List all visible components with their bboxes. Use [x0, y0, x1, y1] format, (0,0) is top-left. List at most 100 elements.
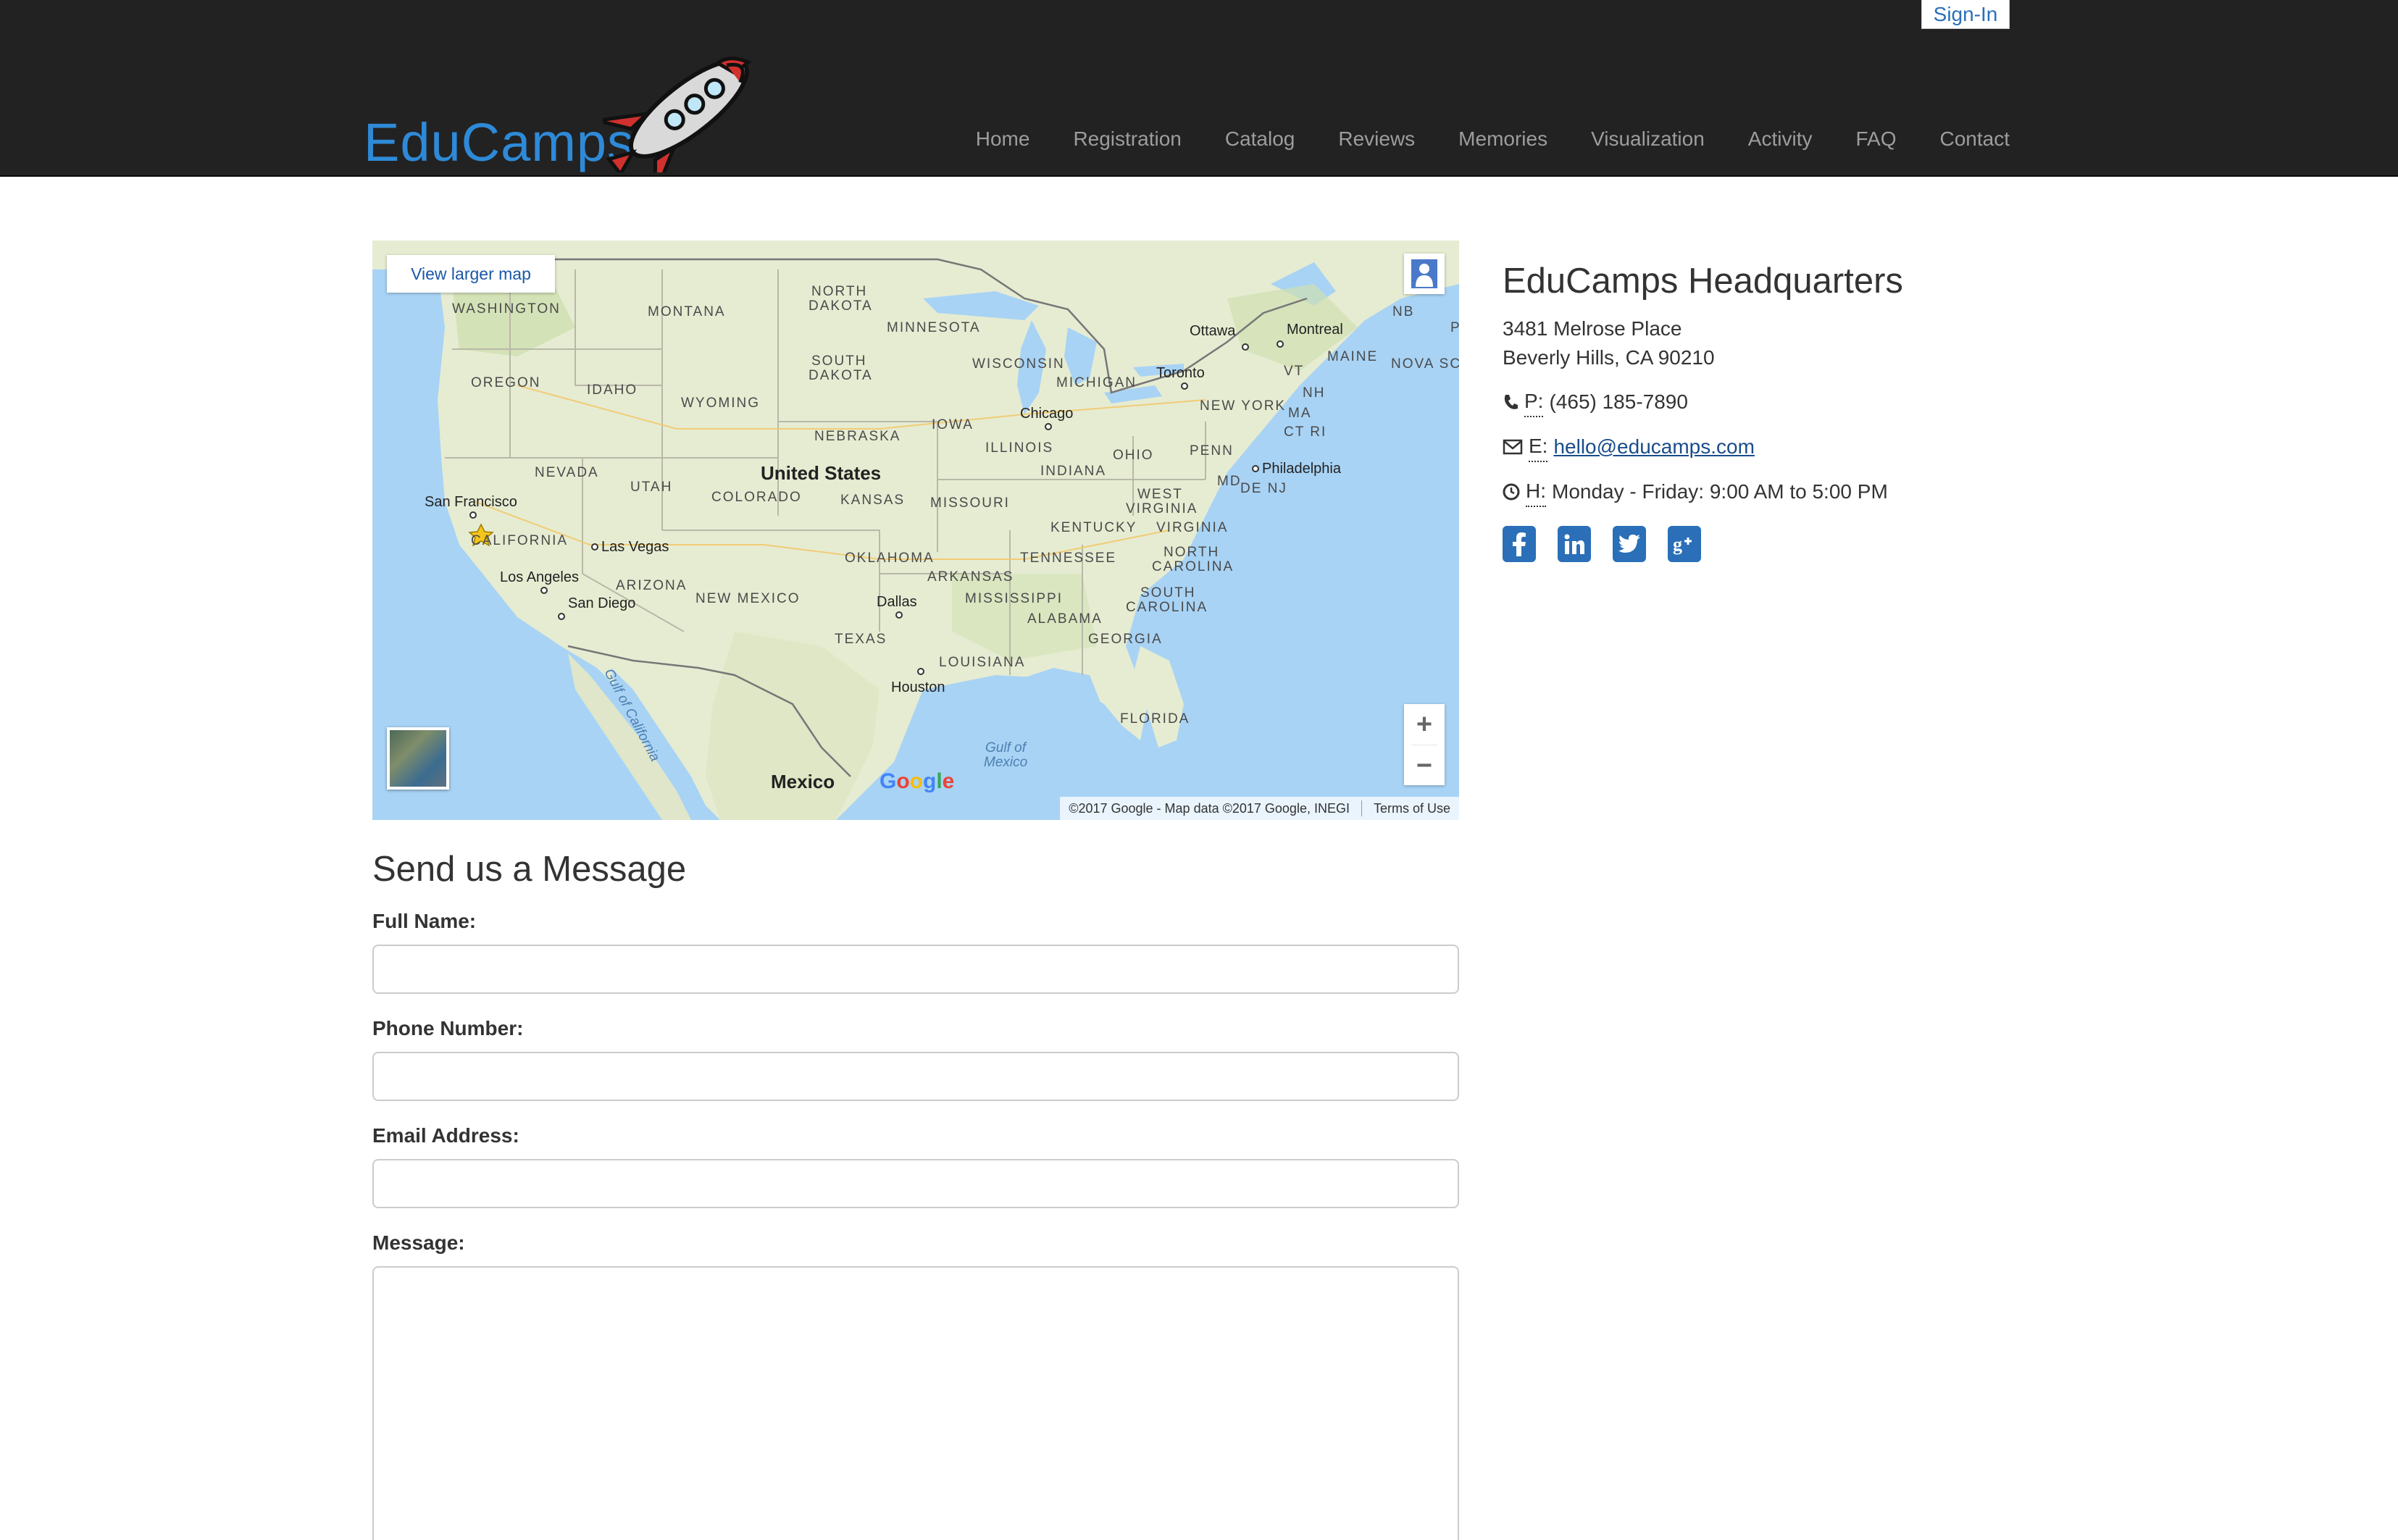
map-label-gulf-of-mexico-2: Mexico: [984, 755, 1028, 770]
email-address-input[interactable]: [372, 1159, 1459, 1208]
map-label-nevada: NEVADA: [535, 465, 599, 480]
map-label-iowa: IOWA: [932, 417, 974, 432]
address-line-1: 3481 Melrose Place: [1503, 317, 1682, 340]
map-label-new-york: NEW YORK: [1200, 398, 1287, 414]
map-city-montreal: Montreal: [1287, 322, 1343, 338]
map-label-utah: UTAH: [630, 480, 673, 495]
nav-faq[interactable]: FAQ: [1834, 127, 1918, 151]
map-label-nova-scotia: NOVA SC: [1391, 356, 1459, 372]
map-label-mississippi: MISSISSIPPI: [965, 591, 1063, 606]
twitter-icon[interactable]: [1613, 526, 1646, 562]
map-copyright: ©2017 Google - Map data ©2017 Google, IN…: [1069, 800, 1350, 816]
map-label-west-virginia-2: VIRGINIA: [1126, 501, 1198, 516]
map-label-oregon: OREGON: [471, 375, 541, 390]
google-plus-icon[interactable]: g: [1668, 526, 1701, 562]
social-links: g: [1503, 526, 2010, 562]
zoom-in-button[interactable]: +: [1404, 704, 1445, 745]
map-label-maine: MAINE: [1327, 349, 1379, 364]
nav-activity[interactable]: Activity: [1726, 127, 1834, 151]
map-label-wisconsin: WISCONSIN: [972, 356, 1065, 372]
map-city-san-francisco: San Francisco: [425, 494, 517, 510]
nav-contact[interactable]: Contact: [1918, 127, 2010, 151]
map-label-ct-ri: CT RI: [1284, 424, 1327, 440]
headquarters-info: EduCamps Headquarters 3481 Melrose Place…: [1503, 261, 2010, 562]
clock-icon: [1503, 483, 1520, 501]
phone-row: P: (465) 185-7890: [1503, 387, 2010, 417]
map-label-south-dakota-2: DAKOTA: [809, 368, 873, 383]
map-label-florida: FLORIDA: [1120, 711, 1190, 727]
facebook-icon[interactable]: [1503, 526, 1536, 562]
zoom-out-button[interactable]: −: [1404, 745, 1445, 786]
map-label-mexico: Mexico: [771, 771, 835, 792]
office-hours: Monday - Friday: 9:00 AM to 5:00 PM: [1552, 480, 1888, 503]
nav-catalog[interactable]: Catalog: [1203, 127, 1317, 151]
nav-visualization[interactable]: Visualization: [1569, 127, 1726, 151]
map-label-ma: MA: [1288, 406, 1312, 421]
full-name-input[interactable]: [372, 945, 1459, 994]
map-label-p: P: [1450, 320, 1459, 335]
map-label-penn: PENN: [1190, 443, 1234, 459]
nav-reviews[interactable]: Reviews: [1316, 127, 1437, 151]
map-city-ottawa: Ottawa: [1190, 323, 1236, 339]
map-label-michigan: MICHIGAN: [1056, 375, 1137, 390]
street-view-pegman-icon[interactable]: [1404, 254, 1445, 294]
nav-home[interactable]: Home: [954, 127, 1052, 151]
map-city-san-diego-marker: [558, 613, 565, 620]
map-city-philadelphia-marker: [1252, 465, 1259, 472]
map-label-south-dakota: SOUTH: [811, 353, 867, 369]
map-label-vt: VT: [1284, 364, 1305, 379]
map-label-texas: TEXAS: [835, 632, 887, 647]
map-label-arizona: ARIZONA: [616, 578, 688, 593]
phone-abbr: P:: [1524, 387, 1544, 417]
map-attribution: ©2017 Google - Map data ©2017 Google, IN…: [1060, 797, 1459, 820]
linkedin-icon[interactable]: [1558, 526, 1591, 562]
map-city-chicago-marker: [1045, 423, 1052, 430]
view-larger-map-link[interactable]: View larger map: [387, 255, 555, 293]
map-city-philadelphia: Philadelphia: [1262, 461, 1341, 477]
map-city-dallas: Dallas: [877, 594, 917, 610]
map-label-nebraska: NEBRASKA: [814, 429, 901, 444]
sign-in-button[interactable]: Sign-In: [1921, 0, 2010, 29]
email-row: E: hello@educamps.com: [1503, 432, 2010, 462]
hours-row: H: Monday - Friday: 9:00 AM to 5:00 PM: [1503, 477, 2010, 507]
map-label-colorado: COLORADO: [711, 490, 802, 505]
map-label-california: CALIFORNIA: [471, 533, 569, 548]
brand-name: EduCamps: [364, 112, 635, 172]
message-textarea[interactable]: [372, 1266, 1459, 1540]
email-link[interactable]: hello@educamps.com: [1553, 432, 1754, 461]
map-city-las-vegas: Las Vegas: [601, 539, 669, 555]
map-label-oklahoma: OKLAHOMA: [845, 551, 935, 566]
map-city-houston: Houston: [891, 679, 945, 695]
map-label-alabama: ALABAMA: [1027, 611, 1103, 627]
map-label-tennessee: TENNESSEE: [1020, 551, 1117, 566]
full-name-label: Full Name:: [372, 910, 477, 932]
map-label-virginia: VIRGINIA: [1156, 520, 1229, 535]
map-label-nh: NH: [1303, 385, 1326, 401]
nav-memories[interactable]: Memories: [1437, 127, 1569, 151]
map-label-kansas: KANSAS: [840, 493, 906, 508]
email-address-label: Email Address:: [372, 1124, 519, 1147]
map-city-houston-marker: [917, 668, 924, 675]
phone-number-input[interactable]: [372, 1052, 1459, 1101]
map-city-toronto: Toronto: [1156, 365, 1205, 381]
map-label-louisiana: LOUISIANA: [939, 655, 1026, 670]
map-label-new-mexico: NEW MEXICO: [695, 591, 801, 606]
attribution-divider: [1361, 800, 1362, 816]
map-label-kentucky: KENTUCKY: [1050, 520, 1137, 535]
map-city-san-francisco-marker: [469, 511, 477, 519]
map-city-toronto-marker: [1181, 382, 1188, 390]
nav-registration[interactable]: Registration: [1051, 127, 1203, 151]
brand-logo[interactable]: EduCamps: [364, 49, 769, 172]
terms-of-use-link[interactable]: Terms of Use: [1374, 801, 1450, 816]
map-city-ottawa-marker: [1242, 343, 1249, 351]
map-label-north-carolina: NORTH: [1164, 545, 1220, 560]
map-label-arkansas: ARKANSAS: [927, 569, 1014, 585]
map-label-nb: NB: [1392, 304, 1415, 319]
zoom-controls: + −: [1404, 704, 1445, 785]
phone-number: (465) 185-7890: [1549, 390, 1688, 413]
satellite-toggle-thumbnail[interactable]: [387, 727, 449, 790]
rocket-icon: [603, 57, 752, 172]
hours-abbr: H:: [1526, 477, 1546, 507]
map-label-ohio: OHIO: [1113, 448, 1154, 463]
google-map[interactable]: WASHINGTON MONTANA NORTH DAKOTA MINNESOT…: [372, 240, 1459, 820]
